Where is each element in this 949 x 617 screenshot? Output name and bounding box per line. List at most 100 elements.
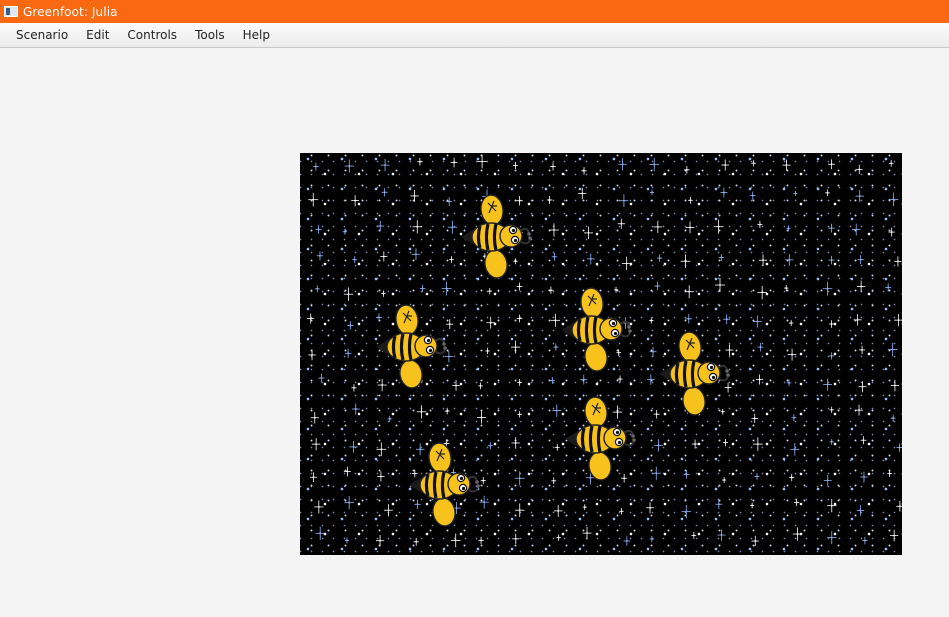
sparkle-star bbox=[890, 379, 900, 392]
sparkle-star bbox=[582, 526, 592, 540]
sparkle-star bbox=[487, 442, 493, 450]
title-bar[interactable]: Greenfoot: Julia bbox=[0, 0, 949, 23]
sparkle-star bbox=[792, 527, 803, 541]
sparkle-star bbox=[750, 502, 755, 509]
sparkle-star bbox=[653, 220, 663, 234]
sparkle-star bbox=[685, 314, 693, 324]
sparkle-star bbox=[376, 220, 385, 232]
sparkle-star bbox=[681, 505, 691, 519]
sparkle-star bbox=[857, 255, 864, 265]
bee-actor[interactable] bbox=[406, 439, 482, 531]
sparkle-star bbox=[617, 375, 623, 383]
sparkle-star bbox=[683, 470, 690, 479]
sparkle-star bbox=[894, 314, 902, 327]
sparkle-star bbox=[894, 256, 902, 267]
sparkle-star bbox=[823, 474, 832, 486]
sparkle-star bbox=[828, 255, 835, 265]
sparkle-star bbox=[856, 505, 865, 516]
bee-icon bbox=[659, 331, 730, 416]
world-canvas[interactable] bbox=[300, 153, 902, 555]
sparkle-star bbox=[827, 499, 837, 513]
sparkle-star bbox=[654, 439, 663, 452]
sparkle-star bbox=[721, 159, 730, 171]
bee-icon bbox=[376, 304, 447, 389]
bee-icon bbox=[565, 396, 636, 481]
sparkle-star bbox=[749, 191, 756, 200]
sparkle-star bbox=[859, 345, 866, 355]
bee-actor[interactable] bbox=[656, 328, 732, 420]
sparkle-star bbox=[485, 347, 490, 355]
sparkle-star bbox=[785, 254, 794, 266]
sparkle-star bbox=[855, 404, 863, 416]
sparkle-star bbox=[857, 280, 866, 293]
sparkle-star bbox=[417, 157, 423, 166]
greenfoot-app-icon bbox=[4, 6, 18, 17]
sparkle-star bbox=[375, 534, 385, 547]
sparkle-star bbox=[718, 254, 724, 261]
sparkle-star bbox=[313, 162, 319, 171]
sparkle-star bbox=[452, 380, 460, 391]
sparkle-star bbox=[477, 154, 488, 169]
sparkle-star bbox=[888, 160, 894, 167]
sparkle-star bbox=[446, 197, 453, 206]
sparkle-star bbox=[314, 285, 320, 293]
menu-bar: Scenario Edit Controls Tools Help bbox=[0, 23, 949, 48]
sparkle-star bbox=[827, 531, 837, 545]
sparkle-star bbox=[617, 218, 625, 229]
window-title: Greenfoot: Julia bbox=[23, 4, 118, 19]
bee-actor[interactable] bbox=[562, 393, 638, 485]
menu-controls[interactable]: Controls bbox=[118, 25, 186, 45]
bee-actor[interactable] bbox=[558, 284, 634, 376]
sparkle-star bbox=[580, 374, 588, 385]
sparkle-star bbox=[342, 228, 348, 235]
sparkle-star bbox=[649, 535, 655, 543]
sparkle-star bbox=[752, 315, 762, 328]
sparkle-star bbox=[586, 253, 595, 265]
sparkle-star bbox=[344, 496, 354, 510]
menu-scenario[interactable]: Scenario bbox=[7, 25, 77, 45]
sparkle-star bbox=[486, 316, 495, 329]
bee-icon bbox=[561, 287, 632, 372]
sparkle-star bbox=[517, 378, 523, 386]
sparkle-star bbox=[753, 437, 763, 451]
bee-actor[interactable] bbox=[373, 301, 449, 393]
sparkle-star bbox=[582, 504, 587, 510]
sparkle-star bbox=[654, 281, 661, 291]
bee-actor[interactable] bbox=[458, 191, 534, 283]
sparkle-star bbox=[315, 526, 326, 541]
sparkle-star bbox=[377, 471, 385, 482]
sparkle-star bbox=[713, 219, 724, 234]
menu-edit[interactable]: Edit bbox=[77, 25, 118, 45]
sparkle-star bbox=[619, 508, 624, 515]
sparkle-star bbox=[685, 221, 695, 234]
sparkle-star bbox=[310, 411, 319, 424]
sparkle-star bbox=[751, 160, 756, 167]
sparkle-star bbox=[318, 373, 325, 383]
sparkle-star bbox=[720, 187, 728, 198]
menu-help[interactable]: Help bbox=[234, 25, 279, 45]
sparkle-star bbox=[551, 477, 557, 485]
sparkle-star bbox=[553, 504, 563, 517]
sparkle-star bbox=[888, 227, 895, 237]
sparkle-star bbox=[684, 285, 694, 299]
sparkle-star bbox=[411, 248, 421, 261]
sparkle-star bbox=[754, 472, 760, 480]
sparkle-star bbox=[715, 499, 723, 510]
sparkle-star bbox=[554, 444, 560, 451]
sparkle-star bbox=[477, 411, 486, 424]
sparkle-star bbox=[722, 477, 727, 483]
sparkle-star bbox=[646, 502, 654, 514]
sparkle-star bbox=[860, 471, 868, 483]
sparkle-star bbox=[757, 285, 767, 300]
sparkle-star bbox=[717, 529, 726, 541]
sparkle-star bbox=[352, 256, 358, 264]
sparkle-star bbox=[311, 438, 321, 451]
sparkle-star bbox=[416, 405, 427, 419]
sparkle-star bbox=[828, 320, 835, 328]
sparkle-star bbox=[376, 442, 387, 457]
sparkle-star bbox=[885, 283, 892, 292]
sparkle-star bbox=[794, 498, 800, 507]
sparkle-star bbox=[896, 443, 902, 452]
sparkle-star bbox=[316, 251, 324, 261]
menu-tools[interactable]: Tools bbox=[186, 25, 234, 45]
